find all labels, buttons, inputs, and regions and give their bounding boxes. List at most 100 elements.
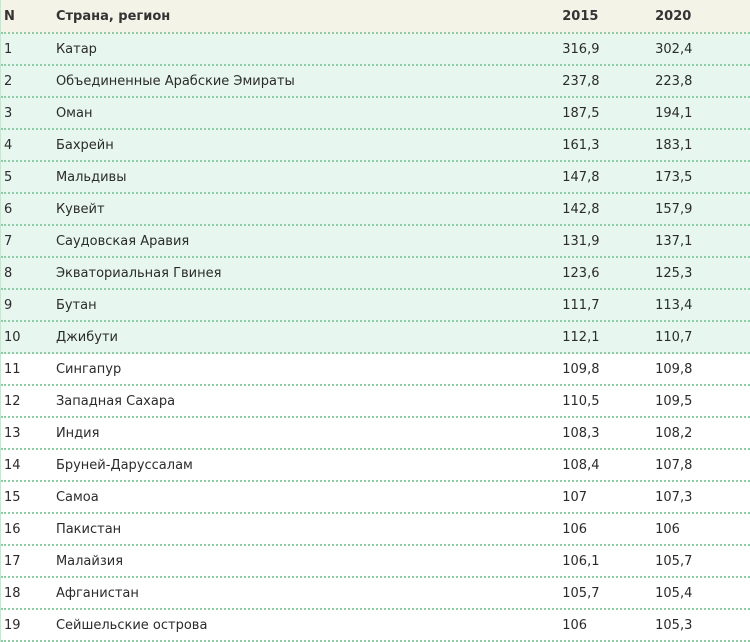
row-number: 3 — [4, 105, 13, 121]
table-row: 5 Мальдивы 147,8 173,5 — [1, 162, 750, 194]
table-header: N Страна, регион 2015 2020 — [1, 0, 750, 34]
row-value-2015: 110,5 — [562, 393, 600, 409]
row-number: 6 — [4, 201, 13, 217]
row-value-2020: 105,4 — [655, 585, 693, 601]
row-value-2015: 237,8 — [562, 73, 600, 89]
row-value-2015: 106,1 — [562, 553, 600, 569]
row-value-2020: 107,8 — [655, 457, 693, 473]
row-country: Индия — [55, 425, 100, 441]
table-row: 18 Афганистан 105,7 105,4 — [1, 578, 750, 610]
row-number: 16 — [4, 521, 21, 537]
table-body: 1 Катар 316,9 302,4 2 Объединенные Арабские Э… — [1, 34, 750, 642]
row-country: Афганистан — [55, 585, 139, 601]
row-value-2015: 112,1 — [562, 329, 600, 345]
header-n[interactable]: N — [1, 9, 56, 24]
row-value-2015: 106 — [562, 617, 588, 633]
row-number: 18 — [4, 585, 21, 601]
table-row: 17 Малайзия 106,1 105,7 — [1, 546, 750, 578]
row-country: Кувейт — [55, 201, 105, 217]
row-number: 5 — [4, 169, 13, 185]
row-country: Западная Сахара — [55, 393, 176, 409]
row-value-2020: 109,8 — [655, 361, 693, 377]
row-value-2020: 110,7 — [655, 329, 693, 345]
table-row: 3 Оман 187,5 194,1 — [1, 98, 750, 130]
row-value-2020: 302,4 — [655, 41, 693, 57]
row-number: 10 — [4, 329, 21, 345]
table-row: 11 Сингапур 109,8 109,8 — [1, 354, 750, 386]
row-value-2020: 173,5 — [655, 169, 693, 185]
row-value-2020: 109,5 — [655, 393, 693, 409]
row-country: Экваториальная Гвинея — [55, 265, 222, 281]
row-country: Мальдивы — [55, 169, 127, 185]
table-row: 10 Джибути 112,1 110,7 — [1, 322, 750, 354]
row-value-2020: 125,3 — [655, 265, 693, 281]
table-row: 8 Экваториальная Гвинея 123,6 125,3 — [1, 258, 750, 290]
row-value-2015: 161,3 — [562, 137, 600, 153]
row-value-2020: 106 — [655, 521, 680, 537]
row-value-2020: 157,9 — [655, 201, 693, 217]
header-country[interactable]: Страна, регион — [56, 9, 562, 24]
row-number: 12 — [4, 393, 21, 409]
row-country: Катар — [55, 41, 97, 57]
table-row: 15 Самоа 107 107,3 — [1, 482, 750, 514]
row-value-2015: 111,7 — [562, 297, 600, 313]
row-country: Оман — [55, 105, 93, 121]
row-country: Пакистан — [55, 521, 122, 537]
row-value-2020: 113,4 — [655, 297, 693, 313]
row-value-2015: 107 — [562, 489, 588, 505]
row-value-2020: 107,3 — [655, 489, 693, 505]
row-number: 15 — [4, 489, 21, 505]
row-number: 13 — [4, 425, 21, 441]
row-value-2015: 187,5 — [562, 105, 600, 121]
row-number: 1 — [4, 41, 13, 57]
row-number: 2 — [4, 73, 13, 89]
row-value-2015: 109,8 — [562, 361, 600, 377]
row-country: Бутан — [55, 297, 97, 313]
row-number: 11 — [4, 361, 21, 377]
table-row: 1 Катар 316,9 302,4 — [1, 34, 750, 66]
table-row: 2 Объединенные Арабские Эмираты 237,8 223,8 — [1, 66, 750, 98]
row-number: 7 — [4, 233, 13, 249]
row-country: Сейшельские острова — [55, 617, 208, 633]
data-table: N Страна, регион 2015 2020 1 Катар 316,9 30… — [0, 0, 750, 642]
row-country: Самоа — [55, 489, 99, 505]
row-number: 9 — [4, 297, 13, 313]
row-number: 17 — [4, 553, 21, 569]
table-row: 7 Саудовская Аравия 131,9 137,1 — [1, 226, 750, 258]
row-value-2015: 108,4 — [562, 457, 600, 473]
row-value-2020: 194,1 — [655, 105, 693, 121]
row-value-2015: 123,6 — [562, 265, 600, 281]
row-country: Объединенные Арабские Эмираты — [55, 73, 295, 89]
row-value-2015: 142,8 — [562, 201, 600, 217]
table-row: 6 Кувейт 142,8 157,9 — [1, 194, 750, 226]
row-value-2020: 223,8 — [655, 73, 693, 89]
row-value-2020: 137,1 — [655, 233, 693, 249]
row-number: 14 — [4, 457, 21, 473]
row-country: Саудовская Аравия — [55, 233, 190, 249]
row-country: Бруней-Даруссалам — [55, 457, 193, 473]
header-2020[interactable]: 2020 — [655, 9, 750, 24]
header-2015[interactable]: 2015 — [562, 9, 655, 24]
row-value-2020: 105,7 — [655, 553, 693, 569]
row-value-2015: 105,7 — [562, 585, 600, 601]
row-country: Сингапур — [55, 361, 122, 377]
row-number: 19 — [4, 617, 21, 633]
table-row: 12 Западная Сахара 110,5 109,5 — [1, 386, 750, 418]
row-number: 8 — [4, 265, 13, 281]
table-row: 16 Пакистан 106 106 — [1, 514, 750, 546]
row-country: Малайзия — [55, 553, 124, 569]
row-value-2020: 183,1 — [655, 137, 693, 153]
row-value-2020: 108,2 — [655, 425, 693, 441]
row-number: 4 — [4, 137, 13, 153]
row-country: Бахрейн — [55, 137, 114, 153]
table-row: 13 Индия 108,3 108,2 — [1, 418, 750, 450]
table-row: 14 Бруней-Даруссалам 108,4 107,8 — [1, 450, 750, 482]
row-value-2015: 108,3 — [562, 425, 600, 441]
row-value-2015: 131,9 — [562, 233, 600, 249]
row-value-2015: 147,8 — [562, 169, 600, 185]
row-country: Джибути — [55, 329, 118, 345]
row-value-2020: 105,3 — [655, 617, 693, 633]
table-row: 9 Бутан 111,7 113,4 — [1, 290, 750, 322]
row-value-2015: 106 — [562, 521, 588, 537]
table-row: 19 Сейшельские острова 106 105,3 — [1, 610, 750, 642]
